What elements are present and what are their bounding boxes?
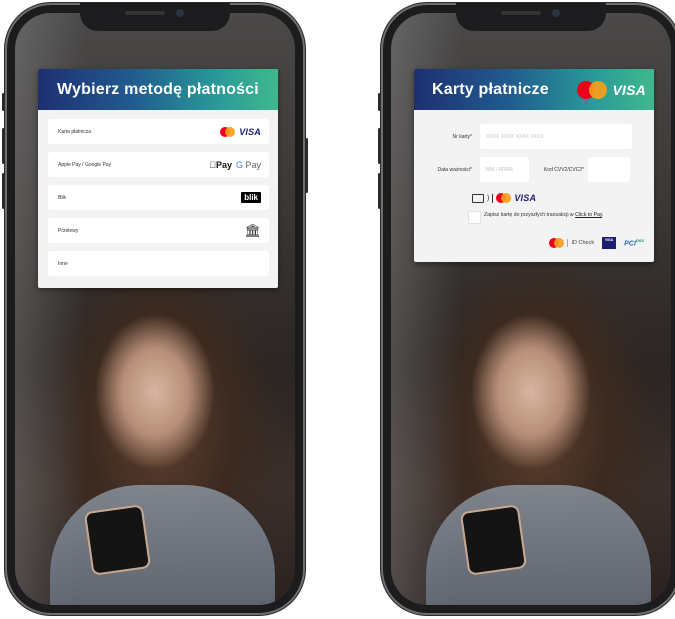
background-photo-person [426, 485, 651, 605]
mute-switch [378, 93, 381, 111]
google-pay-logo: G Pay [235, 159, 261, 170]
payment-method-title: Wybierz metodę płatności [38, 69, 278, 110]
apple-pay-logo: Pay [209, 159, 232, 170]
volume-up-button [2, 128, 5, 164]
volume-down-button [378, 173, 381, 209]
phone-notch [80, 3, 230, 31]
phone-screen: Karty płatnicze VISA Nr karty* XXXX XXXX… [391, 13, 671, 605]
visa-secure-logo: VISA [602, 237, 617, 249]
mastercard-id-check-logo: ID Check [549, 238, 594, 248]
option-bank-transfer[interactable]: Przelewy 🏛 [48, 218, 269, 243]
phone-mockup-left: Wybierz metodę płatności Karta płatnicza… [2, 3, 308, 615]
option-label: Apple Pay / Google Pay [58, 161, 112, 168]
accepted-cards-row: ) VISA [472, 193, 536, 203]
mastercard-logo [576, 80, 607, 99]
background-photo-person [50, 485, 275, 605]
phone-mockup-right: Karty płatnicze VISA Nr karty* XXXX XXXX… [378, 3, 675, 615]
option-card-payment[interactable]: Karta płatnicza VISA [48, 119, 269, 144]
phone-notch [456, 3, 606, 31]
option-label: Blik [58, 194, 67, 201]
cvv-label: Kod CVV2/CVC2* [543, 166, 584, 173]
phone-screen: Wybierz metodę płatności Karta płatnicza… [15, 13, 295, 605]
mastercard-logo [549, 238, 565, 248]
option-label: Inne [58, 260, 68, 267]
card-number-label: Nr karty* [452, 133, 472, 140]
power-button [305, 138, 308, 193]
visa-logo: VISA [239, 126, 261, 137]
cvv-input[interactable] [588, 157, 630, 182]
option-label: Karta płatnicza [58, 128, 92, 135]
option-apple-google-pay[interactable]: Apple Pay / Google Pay Pay G Pay [48, 152, 269, 177]
blik-logo: blik [241, 192, 261, 203]
option-other[interactable]: Inne [48, 251, 269, 276]
volume-up-button [378, 128, 381, 164]
background-photo-phone [86, 506, 149, 574]
payment-method-panel: Wybierz metodę płatności Karta płatnicza… [38, 69, 278, 288]
card-payment-header: Karty płatnicze VISA [414, 69, 654, 110]
bank-icon: 🏛 [244, 222, 261, 238]
option-blik[interactable]: Blik blik [48, 185, 269, 210]
option-label: Przelewy [58, 227, 79, 234]
visa-logo: VISA [612, 81, 646, 98]
contactless-icon: ) [487, 194, 490, 202]
background-photo-phone [462, 506, 525, 574]
security-logos: ID Check VISA PCIDSS [549, 237, 644, 249]
volume-down-button [2, 173, 5, 209]
save-card-checkbox[interactable] [468, 211, 481, 224]
mute-switch [2, 93, 5, 111]
card-icon [472, 193, 484, 203]
click-to-pay-link[interactable]: Click to Pay [575, 212, 602, 218]
mastercard-logo [496, 193, 512, 203]
mastercard-logo [220, 126, 236, 137]
card-number-input[interactable]: XXXX XXXX XXXX XXXX [480, 124, 632, 149]
card-payment-title: Karty płatnicze [432, 80, 549, 98]
expiry-date-input[interactable]: MM / RRRR [480, 157, 529, 182]
pci-dss-logo: PCIDSS [624, 238, 644, 248]
card-payment-panel: Karty płatnicze VISA Nr karty* XXXX XXXX… [414, 69, 654, 262]
visa-logo: VISA [514, 193, 537, 203]
save-card-text: Zapisz kartę do przyszłych transakcji w … [484, 212, 604, 218]
expiry-date-label: Data ważności* [437, 166, 472, 173]
